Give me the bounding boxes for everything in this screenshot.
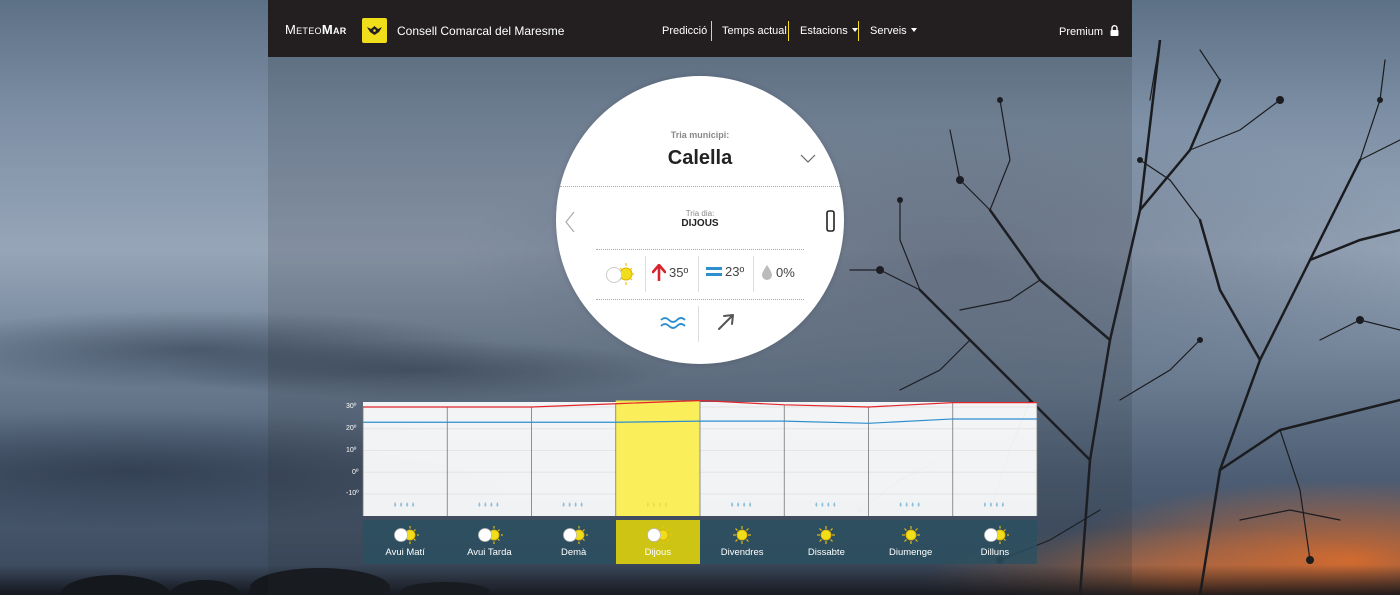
mobile-phone-icon[interactable]	[826, 210, 835, 232]
rain-drop-icon	[574, 502, 577, 507]
rain-drop-icon	[406, 502, 409, 507]
rain-drop-icon	[989, 502, 992, 507]
stat-separator	[698, 256, 699, 292]
rain-value: 0%	[776, 264, 795, 280]
rain-drop-icon	[995, 502, 998, 507]
rain-stat: 0%	[761, 264, 795, 280]
chevron-down-icon[interactable]	[800, 154, 816, 164]
rain-drop-icon	[917, 502, 920, 507]
rain-drop-icon	[496, 502, 499, 507]
dia-value[interactable]: DIJOUS	[556, 218, 844, 229]
day-tab-1[interactable]: Avui Tarda	[447, 520, 531, 564]
day-label: Dissabte	[807, 547, 845, 558]
chart-plot	[362, 399, 1038, 516]
rain-drop-icon	[833, 502, 836, 507]
day-label: Avui Matí	[385, 547, 425, 558]
rain-drop-icon	[821, 502, 824, 507]
day-tab-7[interactable]: Dilluns	[953, 520, 1037, 564]
municipi-label: Tria municipi:	[670, 130, 730, 140]
day-tab-2[interactable]: Demà	[532, 520, 616, 564]
partly-sunny-icon	[606, 263, 634, 285]
equals-icon	[706, 266, 722, 276]
avg-temp-stat: 23º	[706, 264, 744, 279]
water-drop-icon	[762, 265, 772, 280]
day-label: Demà	[560, 547, 587, 558]
rain-drop-icon	[580, 502, 583, 507]
forecast-selector-circle: Tria municipi: Calella Tria dia: DIJOUS …	[556, 76, 844, 364]
day-tab-0[interactable]: Avui Matí	[363, 520, 447, 564]
rain-drop-icon	[394, 502, 397, 507]
day-label: Avui Tarda	[467, 547, 512, 558]
day-tab-4[interactable]: Divendres	[700, 520, 784, 564]
council-logo-icon[interactable]	[362, 18, 387, 43]
highlight-column	[615, 400, 700, 516]
nav-serveis-label: Serveis	[870, 25, 907, 37]
council-name[interactable]: Consell Comarcal del Maresme	[397, 24, 564, 38]
rain-drop-icon	[827, 502, 830, 507]
premium-label: Premium	[1059, 26, 1104, 38]
nav-serveis[interactable]: Serveis	[870, 25, 917, 37]
rain-drop-icon	[905, 502, 908, 507]
day-tab-3[interactable]: Dijous	[615, 520, 700, 564]
rain-drop-icon	[749, 502, 752, 507]
stat-separator	[645, 256, 646, 292]
rain-drop-icon	[400, 502, 403, 507]
rain-drop-icon	[731, 502, 734, 507]
day-label: Diumenge	[888, 547, 933, 558]
rain-drop-icon	[484, 502, 487, 507]
nav-prediccio[interactable]: Predicció	[662, 25, 707, 37]
lock-icon	[1110, 25, 1119, 36]
nav-estacions-label: Estacions	[800, 25, 848, 37]
wind-direction-arrow-icon[interactable]	[717, 313, 735, 331]
day-selector-strip: Avui Matí Avui Tarda Demà Dijous Divendr…	[363, 520, 1037, 564]
divider	[596, 249, 804, 250]
rain-drop-icon	[737, 502, 740, 507]
nav-separator	[788, 21, 789, 41]
rain-drop-icon	[562, 502, 565, 507]
max-temp-stat: 35º	[652, 264, 688, 281]
rain-drop-icon	[412, 502, 415, 507]
stat-separator	[698, 306, 699, 342]
weather-condition	[600, 261, 638, 287]
divider	[560, 186, 840, 187]
stat-separator	[753, 256, 754, 292]
avg-temp-value: 23º	[725, 264, 745, 279]
day-tab-6[interactable]: Diumenge	[869, 520, 953, 564]
max-temp-value: 35º	[669, 265, 689, 280]
rain-drop-icon	[1001, 502, 1004, 507]
nav-estacions[interactable]: Estacions	[800, 25, 858, 37]
rain-drop-icon	[478, 502, 481, 507]
meteomar-logo[interactable]: MeteoMar	[285, 22, 347, 37]
day-label: Divendres	[720, 547, 764, 558]
arrow-up-icon	[652, 264, 666, 281]
logo-bold: Mar	[321, 22, 347, 37]
premium-link[interactable]: Premium	[1059, 25, 1119, 38]
divider	[596, 299, 804, 300]
day-label: Dijous	[644, 547, 672, 558]
rain-drop-icon	[899, 502, 902, 507]
rain-drop-icon	[815, 502, 818, 507]
logo-light: Meteo	[285, 22, 322, 37]
rain-drop-icon	[743, 502, 746, 507]
dia-label: Tria dia:	[685, 209, 715, 218]
temperature-chart: 30º 20º 10º 0º -10º	[340, 389, 1040, 519]
nav-separator	[858, 21, 859, 41]
rain-drop-icon	[490, 502, 493, 507]
rain-drop-icon	[911, 502, 914, 507]
rain-drop-icon	[568, 502, 571, 507]
day-tab-5[interactable]: Dissabte	[784, 520, 868, 564]
nav-temps-actual[interactable]: Temps actual	[722, 25, 787, 37]
top-navbar: MeteoMar Consell Comarcal del Maresme Pr…	[268, 0, 1132, 57]
caret-down-icon	[851, 28, 858, 32]
waves-icon[interactable]	[660, 316, 686, 330]
rain-drop-icon	[983, 502, 986, 507]
day-label: Dilluns	[980, 547, 1010, 558]
caret-down-icon	[910, 28, 917, 32]
nav-separator	[711, 21, 712, 41]
